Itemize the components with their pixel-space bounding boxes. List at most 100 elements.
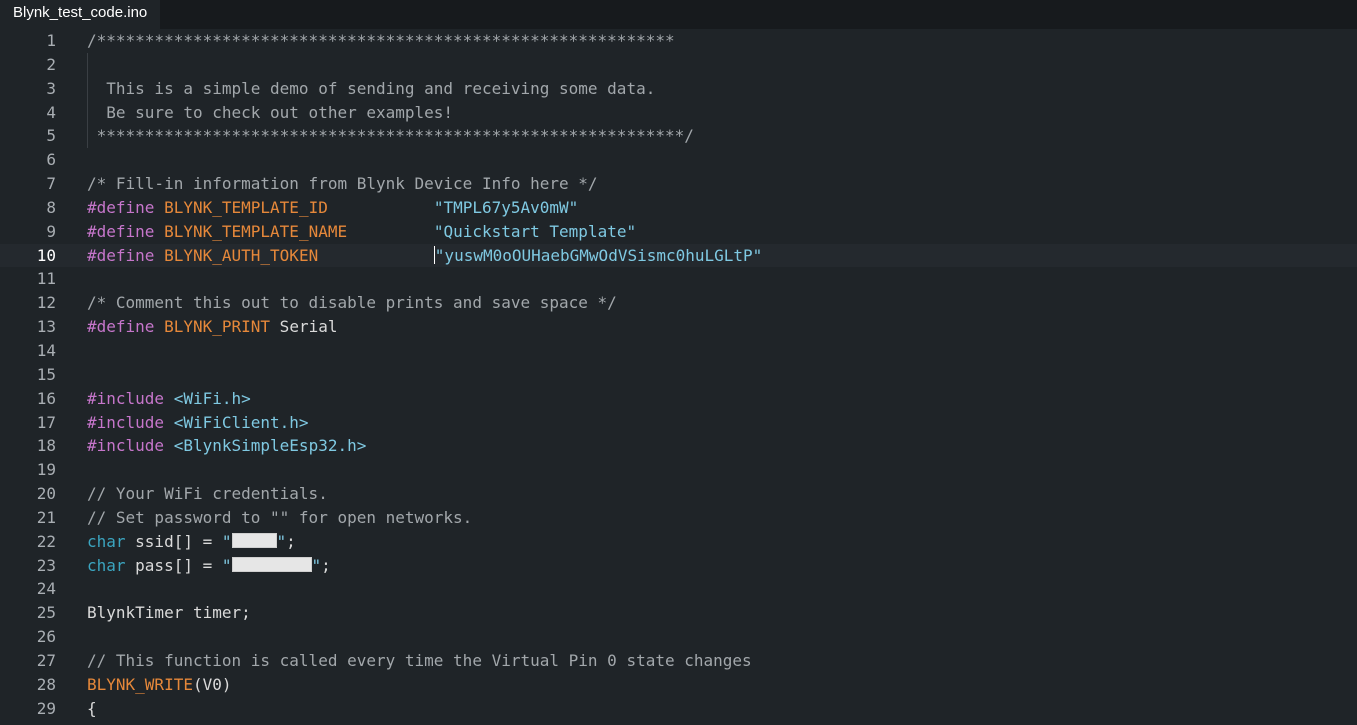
token-string: " <box>221 531 232 551</box>
line-number: 23 <box>36 555 56 575</box>
code-line[interactable]: 26 <box>0 625 1357 649</box>
code-text: #define BLYNK_TEMPLATE_NAME "Quickstart … <box>87 220 636 244</box>
line-number: 13 <box>36 317 56 337</box>
code-line[interactable]: 2 <box>0 52 1357 77</box>
line-number: 9 <box>46 221 56 241</box>
code-line[interactable]: 9 #define BLYNK_TEMPLATE_NAME "Quickstart… <box>0 220 1357 244</box>
line-number: 26 <box>36 627 56 647</box>
line-number: 7 <box>46 174 56 194</box>
code-text: BlynkTimer timer; <box>87 601 251 625</box>
redacted-value <box>231 533 277 549</box>
code-text: #define BLYNK_TEMPLATE_ID "TMPL67y5Av0mW… <box>87 196 578 220</box>
token-string: "TMPL67y5Av0mW" <box>433 197 579 217</box>
code-line[interactable]: 25 BlynkTimer timer; <box>0 601 1357 625</box>
token-pre: #include <box>87 388 165 408</box>
line-number: 24 <box>36 579 56 599</box>
code-line[interactable]: 22 char ssid[] = " "; <box>0 530 1357 554</box>
token-comment: This is a simple demo of sending and rec… <box>87 78 656 98</box>
line-number: 6 <box>46 150 56 170</box>
token-string: "yuswM0oOUHaebGMwOdVSismc0huLGLtP" <box>434 245 763 265</box>
token-string: "Quickstart Template" <box>433 221 637 241</box>
tab-file[interactable]: Blynk_test_code.ino <box>0 0 161 29</box>
code-text: // Set incoming value from pin V0 to a v… <box>87 720 559 725</box>
token-pre: #define <box>87 197 155 217</box>
code-line[interactable]: 13 #define BLYNK_PRINT Serial <box>0 315 1357 339</box>
line-number: 1 <box>46 31 56 50</box>
code-line[interactable]: 15 <box>0 363 1357 387</box>
code-line[interactable]: 12 /* Comment this out to disable prints … <box>0 291 1357 315</box>
code-line[interactable]: 7 /* Fill-in information from Blynk Devic… <box>0 172 1357 196</box>
code-line[interactable]: 17 #include <WiFiClient.h> <box>0 411 1357 435</box>
code-line[interactable]: 11 <box>0 267 1357 291</box>
token-comment: /* Comment this out to disable prints an… <box>87 293 617 313</box>
token-plain: pass[] = <box>125 555 222 575</box>
token-pre: #define <box>87 245 155 265</box>
token-pre: #include <box>87 436 165 456</box>
token-macro: BLYNK_AUTH_TOKEN <box>164 245 319 265</box>
code-line[interactable]: 4 Be sure to check out other examples! <box>0 100 1357 125</box>
line-number: 5 <box>46 126 56 146</box>
code-text: ****************************************… <box>87 124 694 148</box>
line-number: 2 <box>46 54 56 74</box>
redacted-value <box>231 557 312 573</box>
line-number: 28 <box>36 674 56 694</box>
code-line[interactable]: 20 // Your WiFi credentials. <box>0 482 1357 506</box>
line-number: 8 <box>46 197 56 217</box>
line-number: 30 <box>0 720 56 725</box>
line-number: 17 <box>36 412 56 432</box>
token-type: char <box>87 531 126 551</box>
code-text: #include <BlynkSimpleEsp32.h> <box>87 434 366 458</box>
token-macro: BLYNK_PRINT <box>164 317 271 337</box>
code-line[interactable]: 10 #define BLYNK_AUTH_TOKEN "yuswM0oOUHae… <box>0 243 1357 268</box>
code-text: This is a simple demo of sending and rec… <box>87 77 655 101</box>
code-text: Be sure to check out other examples! <box>87 101 453 125</box>
line-number: 19 <box>36 460 56 480</box>
line-number: 15 <box>36 364 56 384</box>
token-plain: Serial <box>270 317 338 337</box>
code-line[interactable]: 3 This is a simple demo of sending and r… <box>0 76 1357 101</box>
code-text: #define BLYNK_AUTH_TOKEN "yuswM0oOUHaebG… <box>87 244 762 268</box>
code-text: char pass[] = " "; <box>87 554 331 578</box>
code-text: #include <WiFiClient.h> <box>87 411 309 435</box>
token-comment: Be sure to check out other examples! <box>87 102 454 122</box>
code-text: // Set password to "" for open networks. <box>87 506 472 530</box>
token-string: <WiFiClient.h> <box>173 412 309 432</box>
code-text: /***************************************… <box>87 29 675 53</box>
line-number: 12 <box>36 293 56 313</box>
code-editor[interactable]: 1 /**************************************… <box>0 29 1357 725</box>
code-line[interactable]: 30 // Set incoming value from pin V0 to … <box>0 720 1357 725</box>
code-text: { <box>87 697 97 721</box>
token-string: " <box>221 555 232 575</box>
token-plain: BlynkTimer timer; <box>87 603 251 623</box>
token-plain: ; <box>321 555 331 575</box>
line-number: 25 <box>36 603 56 623</box>
code-line[interactable]: 18 #include <BlynkSimpleEsp32.h> <box>0 434 1357 458</box>
token-type: char <box>87 555 126 575</box>
code-line[interactable]: 19 <box>0 458 1357 482</box>
code-line[interactable]: 8 #define BLYNK_TEMPLATE_ID "TMPL67y5Av0m… <box>0 196 1357 220</box>
code-line[interactable]: 16 #include <WiFi.h> <box>0 387 1357 411</box>
line-number: 27 <box>36 650 56 670</box>
code-line[interactable]: 6 <box>0 148 1357 172</box>
code-text: // Your WiFi credentials. <box>87 482 328 506</box>
code-line[interactable]: 5 **************************************… <box>0 124 1357 149</box>
code-line[interactable]: 21 // Set password to "" for open network… <box>0 506 1357 530</box>
code-line[interactable]: 27 // This function is called every time … <box>0 649 1357 673</box>
code-line[interactable]: 14 <box>0 339 1357 363</box>
line-number: 16 <box>36 388 56 408</box>
token-macro: BLYNK_TEMPLATE_NAME <box>164 221 348 241</box>
line-number: 14 <box>36 340 56 360</box>
code-line[interactable]: 24 <box>0 577 1357 601</box>
code-line[interactable]: 1 /**************************************… <box>0 29 1357 53</box>
token-comment: ****************************************… <box>87 126 694 146</box>
code-line[interactable]: 23 char pass[] = " "; <box>0 554 1357 578</box>
code-line[interactable]: 28 BLYNK_WRITE(V0) <box>0 673 1357 697</box>
code-line[interactable]: 29 { <box>0 697 1357 721</box>
